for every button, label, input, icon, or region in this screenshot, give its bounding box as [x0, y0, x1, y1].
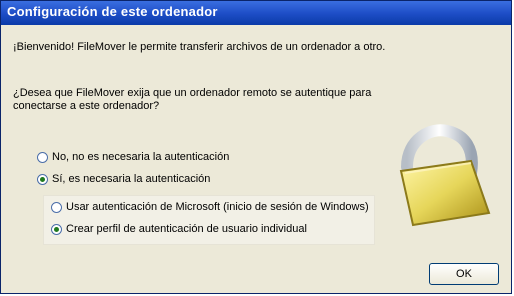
auth-question: ¿Desea que FileMover exija que un ordena…	[13, 87, 372, 112]
option-no-auth-label: No, no es necesaria la autenticación	[52, 151, 230, 163]
intro-text: ¡Bienvenido! FileMover le permite transf…	[13, 41, 386, 53]
option-yes-auth[interactable]: Sí, es necesaria la autenticación	[37, 173, 210, 185]
option-custom-profile[interactable]: Crear perfil de autenticación de usuario…	[51, 223, 307, 235]
option-windows-auth-label: Usar autenticación de Microsoft (inicio …	[66, 201, 369, 213]
radio-windows-auth[interactable]	[51, 201, 62, 213]
ok-button[interactable]: OK	[429, 263, 499, 285]
radio-no-auth[interactable]	[37, 151, 48, 163]
radio-yes-auth[interactable]	[37, 173, 48, 185]
option-windows-auth[interactable]: Usar autenticación de Microsoft (inicio …	[51, 201, 369, 213]
padlock-icon	[399, 124, 491, 227]
option-custom-profile-label: Crear perfil de autenticación de usuario…	[66, 223, 307, 235]
option-no-auth[interactable]: No, no es necesaria la autenticación	[37, 151, 229, 163]
window-title: Configuración de este ordenador	[7, 4, 218, 19]
dialog-window: Configuración de este ordenador ¡Bienven…	[0, 0, 512, 294]
title-bar: Configuración de este ordenador	[1, 1, 511, 25]
radio-custom-profile[interactable]	[51, 223, 62, 235]
option-yes-auth-label: Sí, es necesaria la autenticación	[52, 173, 211, 185]
